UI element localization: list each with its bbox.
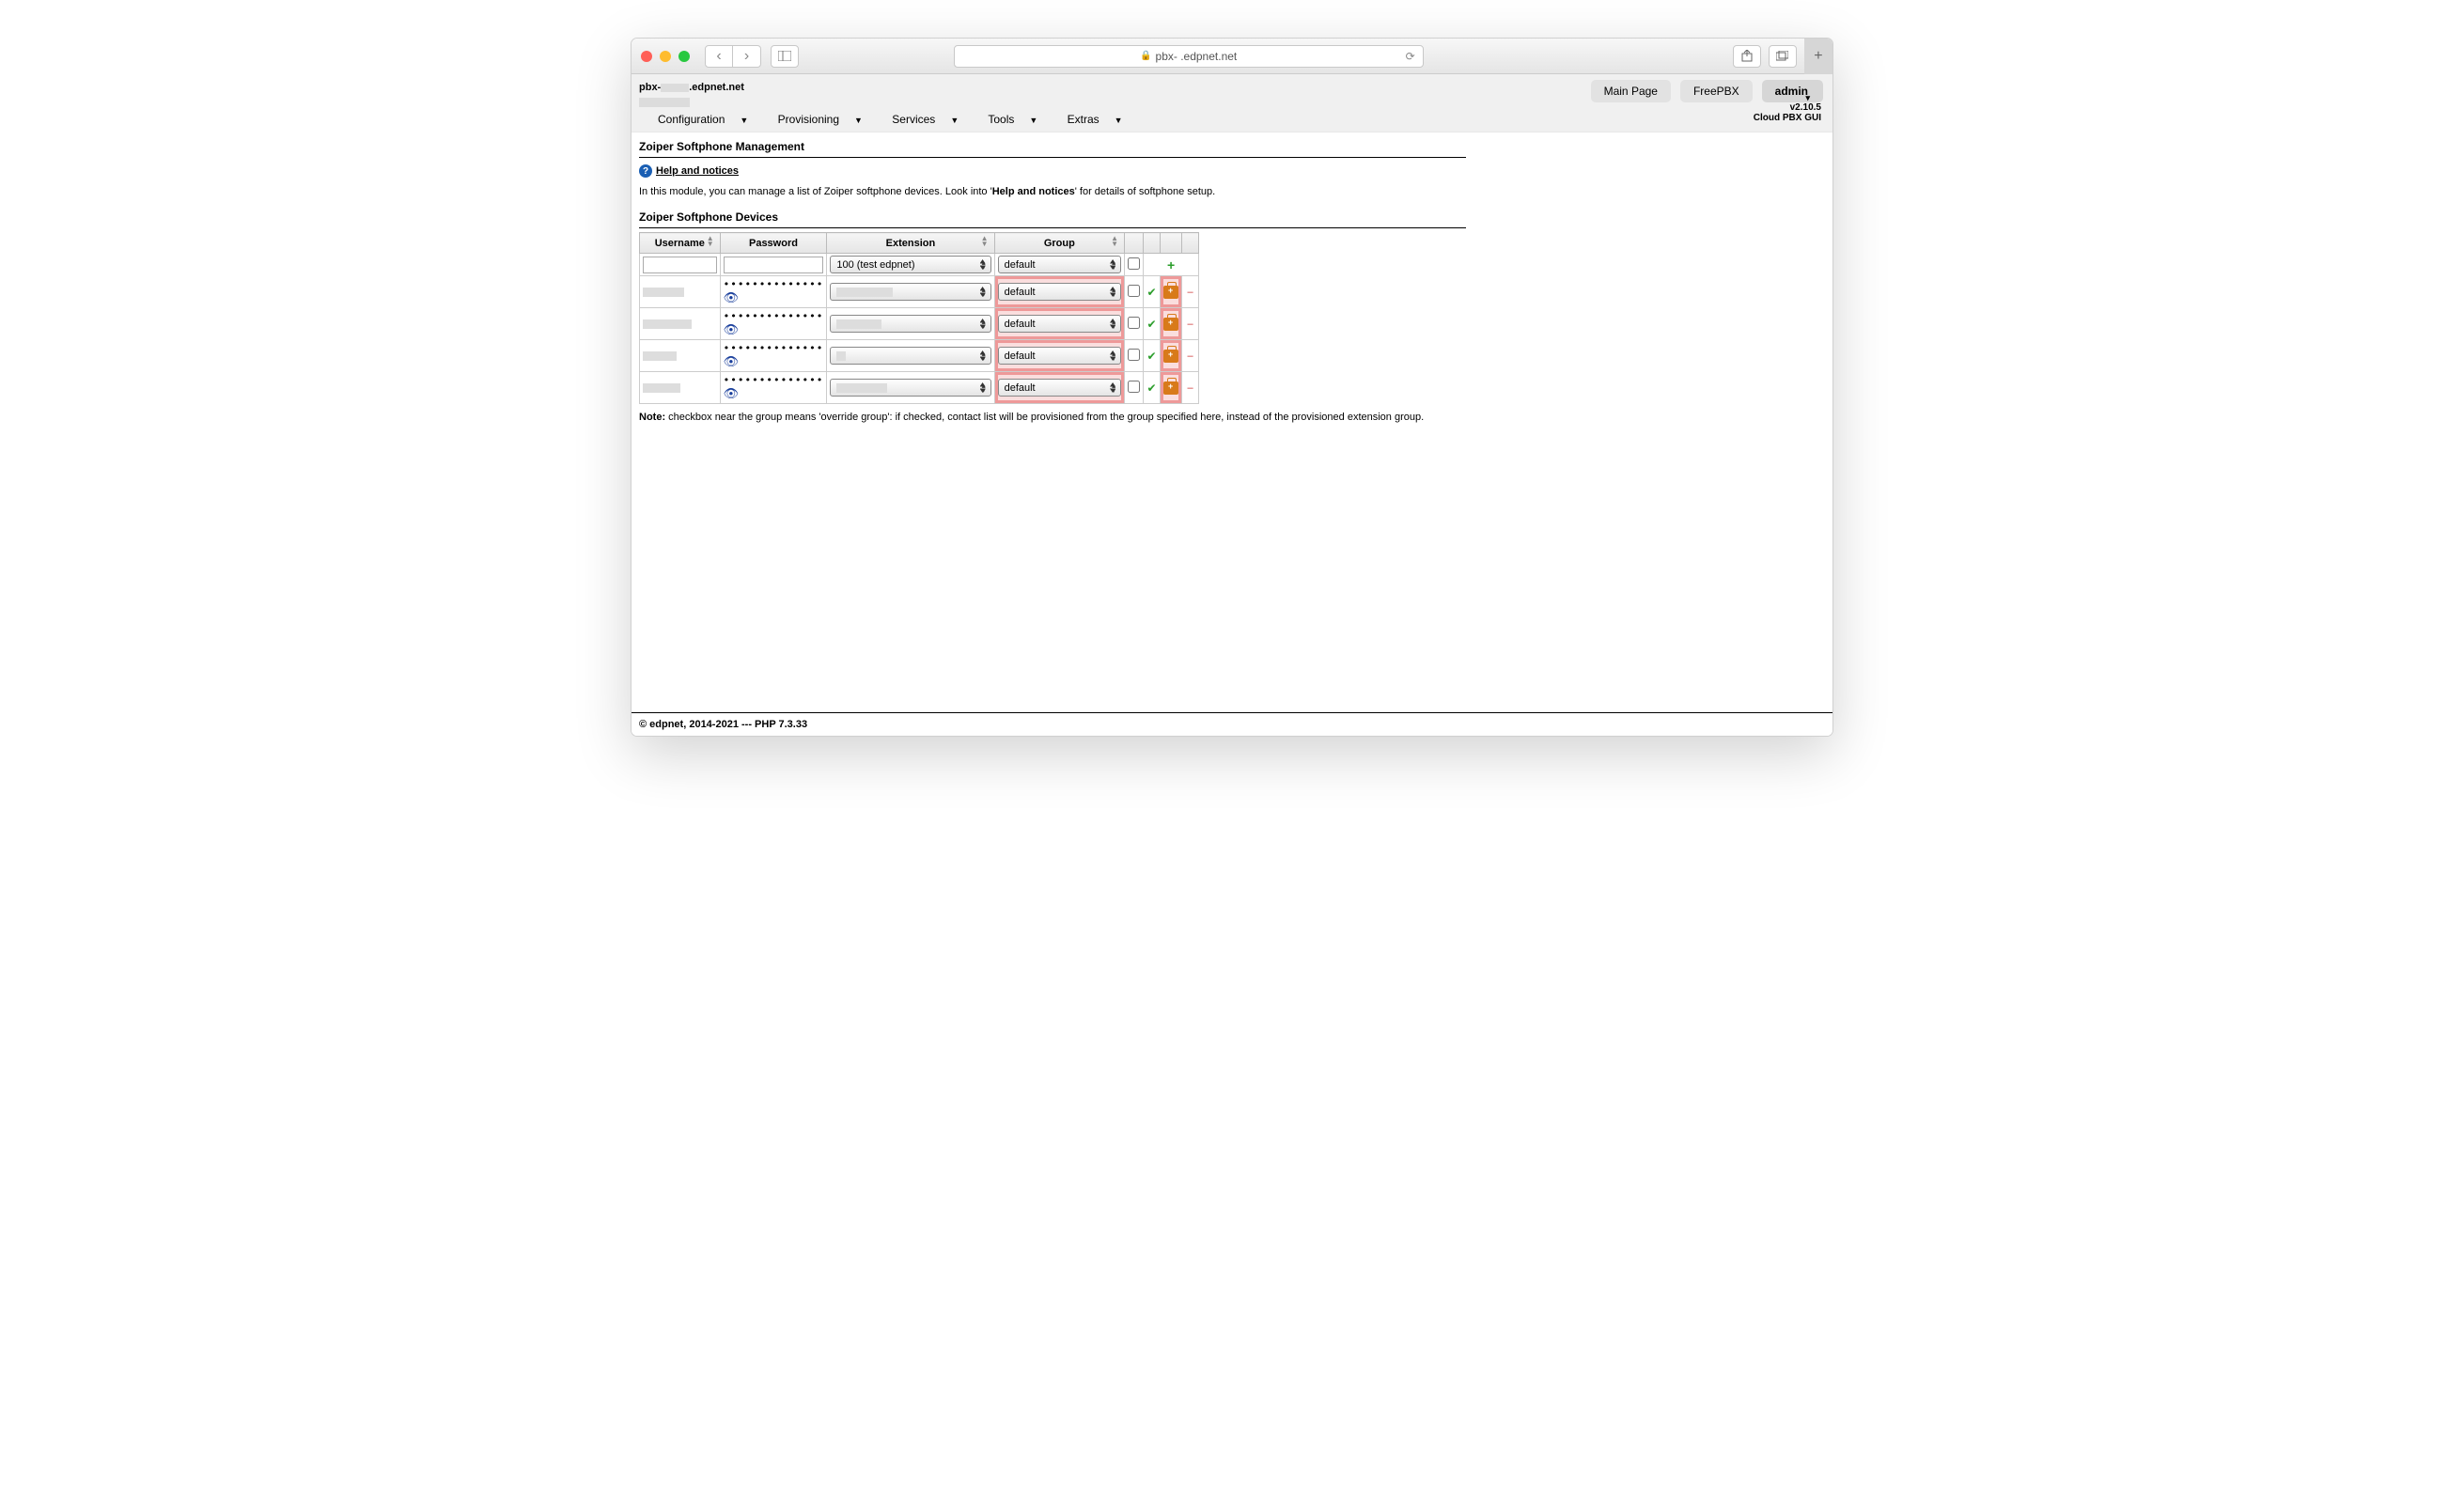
table-title: Zoiper Softphone Devices: [639, 207, 1825, 227]
version-label: v2.10.5 Cloud PBX GUI: [1754, 102, 1821, 123]
freepbx-button[interactable]: FreePBX: [1680, 80, 1753, 102]
url-bar[interactable]: 🔒 pbx- .edpnet.net ⟳: [954, 45, 1424, 68]
group-select[interactable]: default▴▾: [998, 315, 1122, 333]
forward-button[interactable]: ›: [733, 45, 761, 68]
password-masked: ••••••••••••••: [724, 278, 824, 290]
new-override-checkbox[interactable]: [1128, 257, 1140, 270]
new-device-row: 100 (test edpnet)▴▾ default▴▾ +: [640, 254, 1199, 276]
username-value: [643, 319, 692, 329]
reveal-password-icon[interactable]: 👁: [724, 290, 737, 305]
password-masked: ••••••••••••••: [724, 310, 824, 322]
page-description: In this module, you can manage a list of…: [639, 180, 1825, 207]
group-select[interactable]: default▴▾: [998, 379, 1122, 397]
group-select[interactable]: default▴▾: [998, 347, 1122, 365]
table-header-row: Username▲▼ Password Extension▲▼ Group▲▼: [640, 233, 1199, 254]
new-username-input[interactable]: [643, 257, 717, 273]
override-checkbox[interactable]: [1128, 285, 1140, 297]
close-window-button[interactable]: [641, 51, 652, 62]
help-and-notices-link[interactable]: Help and notices: [656, 165, 739, 177]
menu-extras[interactable]: Extras▼: [1068, 113, 1136, 126]
browser-window: ‹ › 🔒 pbx- .edpnet.net ⟳ + pbx-.edpnet.n…: [631, 38, 1833, 737]
col-action2: [1161, 233, 1182, 254]
product-name: Cloud PBX GUI: [1754, 113, 1821, 123]
new-group-select[interactable]: default▴▾: [998, 256, 1122, 273]
menu-configuration[interactable]: Configuration▼: [658, 113, 761, 126]
table-row: •••••••••••••• 👁 ▴▾ default▴▾ ✔ –: [640, 340, 1199, 372]
username-value: [643, 383, 680, 393]
extension-select[interactable]: ▴▾: [830, 315, 990, 333]
delete-row-button[interactable]: –: [1182, 340, 1199, 372]
delete-row-button[interactable]: –: [1182, 276, 1199, 308]
password-masked: ••••••••••••••: [724, 342, 824, 354]
menu-provisioning[interactable]: Provisioning▼: [778, 113, 876, 126]
devices-table: Username▲▼ Password Extension▲▼ Group▲▼ …: [639, 232, 1199, 404]
save-row-button[interactable]: ✔: [1144, 372, 1161, 404]
reveal-password-icon[interactable]: 👁: [724, 322, 737, 337]
table-row: •••••••••••••• 👁 ▴▾ default▴▾ ✔ –: [640, 276, 1199, 308]
col-group[interactable]: Group▲▼: [994, 233, 1125, 254]
host-label: pbx-.edpnet.net: [639, 79, 744, 96]
window-controls: [641, 51, 690, 62]
back-button[interactable]: ‹: [705, 45, 733, 68]
new-extension-select[interactable]: 100 (test edpnet)▴▾: [830, 256, 990, 273]
col-username[interactable]: Username▲▼: [640, 233, 721, 254]
reveal-password-icon[interactable]: 👁: [724, 354, 737, 369]
page-content: pbx-.edpnet.net Main Page FreePBX admin …: [632, 74, 1832, 736]
browser-titlebar: ‹ › 🔒 pbx- .edpnet.net ⟳ +: [632, 39, 1832, 74]
col-extension[interactable]: Extension▲▼: [827, 233, 994, 254]
sidebar-toggle-button[interactable]: [771, 45, 799, 68]
extension-select[interactable]: ▴▾: [830, 379, 990, 397]
reload-button[interactable]: ⟳: [1406, 50, 1415, 63]
override-checkbox[interactable]: [1128, 381, 1140, 393]
menu-services[interactable]: Services▼: [892, 113, 972, 126]
sidebar-icon: [778, 51, 791, 61]
col-password: Password: [720, 233, 827, 254]
group-select[interactable]: default▴▾: [998, 283, 1122, 301]
save-row-button[interactable]: ✔: [1144, 276, 1161, 308]
help-icon: ?: [639, 164, 652, 178]
save-row-button[interactable]: ✔: [1144, 340, 1161, 372]
table-row: •••••••••••••• 👁 ▴▾ default▴▾ ✔ –: [640, 308, 1199, 340]
reveal-password-icon[interactable]: 👁: [724, 386, 737, 401]
minimize-window-button[interactable]: [660, 51, 671, 62]
briefcase-icon[interactable]: [1163, 286, 1178, 299]
briefcase-icon[interactable]: [1163, 318, 1178, 331]
table-row: •••••••••••••• 👁 ▴▾ default▴▾ ✔ –: [640, 372, 1199, 404]
col-override: [1125, 233, 1144, 254]
new-password-input[interactable]: [724, 257, 824, 273]
briefcase-icon[interactable]: [1163, 350, 1178, 363]
password-masked: ••••••••••••••: [724, 374, 824, 386]
tabs-icon: [1776, 51, 1788, 61]
page-title: Zoiper Softphone Management: [639, 136, 1825, 157]
note-text: Note: checkbox near the group means 'ove…: [639, 404, 1825, 430]
briefcase-icon[interactable]: [1163, 381, 1178, 395]
col-action3: [1182, 233, 1199, 254]
main-menu: Configuration▼ Provisioning▼ Services▼ T…: [639, 107, 1825, 132]
footer: © edpnet, 2014-2021 --- PHP 7.3.33: [632, 712, 1832, 736]
extension-select[interactable]: ▴▾: [830, 283, 990, 301]
lock-icon: 🔒: [1140, 51, 1151, 61]
url-text: pbx- .edpnet.net: [1156, 50, 1238, 63]
main-page-button[interactable]: Main Page: [1591, 80, 1671, 102]
menu-tools[interactable]: Tools▼: [988, 113, 1051, 126]
col-action1: [1144, 233, 1161, 254]
delete-row-button[interactable]: –: [1182, 372, 1199, 404]
delete-row-button[interactable]: –: [1182, 308, 1199, 340]
username-value: [643, 288, 684, 297]
share-icon: [1741, 50, 1753, 62]
tabs-button[interactable]: [1769, 45, 1797, 68]
override-checkbox[interactable]: [1128, 349, 1140, 361]
admin-menu-button[interactable]: admin: [1762, 80, 1823, 102]
version-number: v2.10.5: [1754, 102, 1821, 113]
extension-select[interactable]: ▴▾: [830, 347, 990, 365]
username-value: [643, 351, 677, 361]
share-button[interactable]: [1733, 45, 1761, 68]
override-checkbox[interactable]: [1128, 317, 1140, 329]
new-tab-button[interactable]: +: [1804, 39, 1832, 74]
redacted-subtitle: [639, 98, 690, 107]
fullscreen-window-button[interactable]: [678, 51, 690, 62]
save-row-button[interactable]: ✔: [1144, 308, 1161, 340]
add-device-button[interactable]: +: [1144, 254, 1199, 276]
app-header: pbx-.edpnet.net Main Page FreePBX admin …: [632, 74, 1832, 132]
